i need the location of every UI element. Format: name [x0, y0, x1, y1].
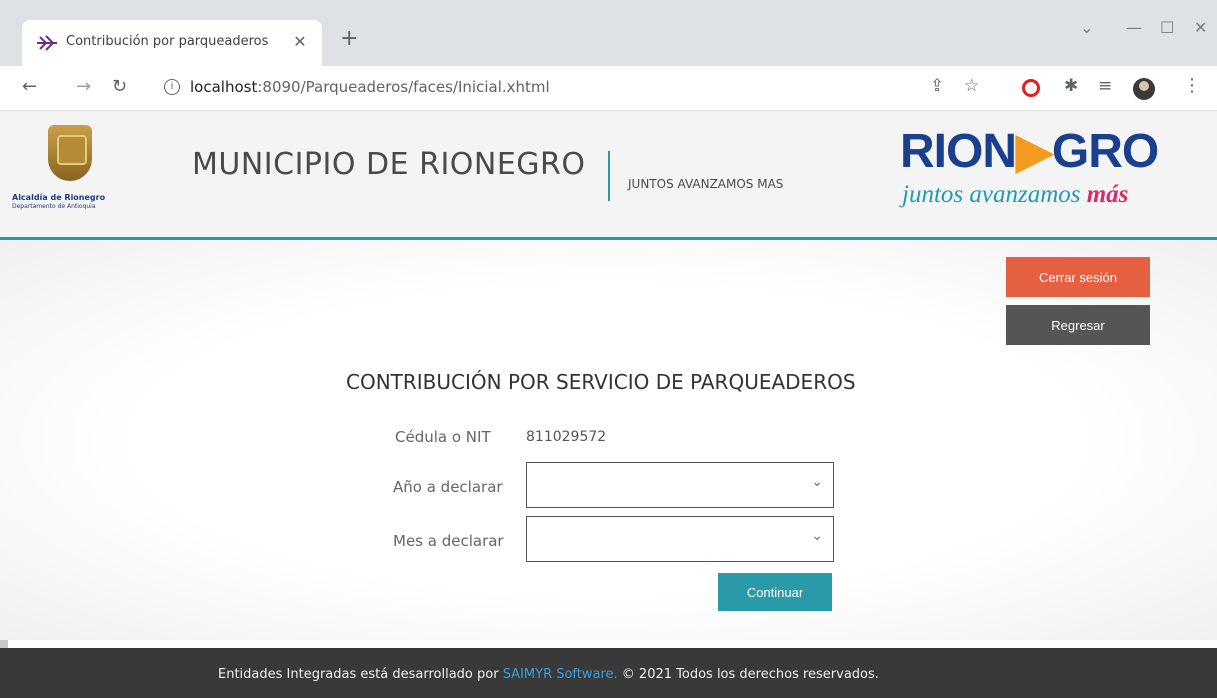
seal-caption: Alcaldía de Rionegro: [12, 193, 106, 202]
seal-subcaption: Departamento de Antioquia: [12, 203, 96, 210]
browser-tabstrip: Contribución por parqueaderos ✕ + ⌄ — ☐ …: [0, 0, 1217, 66]
chevron-down-icon: ⌄: [811, 474, 823, 490]
url-host: localhost: [190, 78, 258, 96]
year-select[interactable]: ⌄: [526, 462, 834, 508]
browser-menu-icon[interactable]: ⋮: [1183, 75, 1201, 96]
main-content: [0, 240, 1217, 640]
logout-button[interactable]: Cerrar sesión: [1006, 257, 1150, 297]
header-tagline: JUNTOS AVANZAMOS MAS: [628, 177, 784, 191]
year-label: Año a declarar: [393, 478, 503, 496]
chevron-down-icon[interactable]: ⌄: [1080, 18, 1093, 37]
month-select[interactable]: ⌄: [526, 516, 834, 562]
municipal-seal-icon: [48, 125, 92, 181]
forward-arrow-icon[interactable]: →: [76, 76, 91, 97]
page-title: MUNICIPIO DE RIONEGRO: [192, 147, 586, 182]
new-tab-button[interactable]: +: [340, 28, 358, 50]
brand-arrow-icon: ▶: [1016, 125, 1053, 178]
header-divider: [608, 151, 610, 201]
tab-title: Contribución por parqueaderos: [66, 34, 269, 49]
tab-close-icon[interactable]: ✕: [290, 32, 310, 51]
footer-text-after: © 2021 Todos los derechos reservados.: [617, 667, 879, 682]
brand-slogan-main: juntos avanzamos: [902, 181, 1087, 208]
site-header: Alcaldía de Rionegro Departamento de Ant…: [0, 111, 1217, 240]
url-path: :8090/Parqueaderos/faces/Inicial.xhtml: [257, 78, 550, 96]
brand-text-2: GRO: [1051, 125, 1159, 178]
id-label: Cédula o NIT: [395, 428, 491, 446]
footer-text-before: Entidades Integradas está desarrollado p…: [218, 667, 503, 682]
continue-button[interactable]: Continuar: [718, 573, 832, 611]
back-arrow-icon[interactable]: ←: [22, 76, 37, 97]
footer: Entidades Integradas está desarrollado p…: [0, 648, 1217, 698]
month-label: Mes a declarar: [393, 532, 504, 550]
url-text[interactable]: localhost:8090/Parqueaderos/faces/Inicia…: [190, 78, 550, 96]
address-bar[interactable]: i localhost:8090/Parqueaderos/faces/Inic…: [150, 72, 910, 104]
saimyr-link[interactable]: SAIMYR Software.: [503, 667, 618, 682]
form-title: CONTRIBUCIÓN POR SERVICIO DE PARQUEADERO…: [346, 370, 856, 394]
site-favicon-icon: [37, 35, 57, 51]
browser-toolbar: ← → ↻ i localhost:8090/Parqueaderos/face…: [0, 66, 1217, 111]
brand-text-1: RION: [900, 125, 1017, 178]
profile-avatar[interactable]: [1133, 78, 1155, 100]
chevron-down-icon: ⌄: [811, 528, 823, 544]
rionegro-brand-logo: RION▶GRO: [900, 123, 1159, 179]
maximize-icon[interactable]: ☐: [1160, 18, 1174, 37]
minimize-icon[interactable]: —: [1126, 18, 1142, 37]
id-value: 811029572: [526, 429, 607, 445]
opera-extension-icon[interactable]: [1022, 79, 1040, 97]
bookmark-star-icon[interactable]: ☆: [964, 76, 979, 96]
brand-slogan-highlight: más: [1086, 181, 1129, 208]
share-icon[interactable]: ⇪: [930, 76, 944, 96]
reading-list-icon[interactable]: ≡: [1098, 76, 1112, 96]
back-button[interactable]: Regresar: [1006, 305, 1150, 345]
reload-icon[interactable]: ↻: [112, 76, 127, 97]
brand-slogan: juntos avanzamos más: [902, 181, 1128, 209]
browser-tab[interactable]: Contribución por parqueaderos ✕: [22, 20, 322, 66]
info-icon[interactable]: i: [164, 79, 180, 95]
footer-text: Entidades Integradas está desarrollado p…: [218, 667, 879, 682]
extensions-puzzle-icon[interactable]: ✱: [1064, 76, 1078, 96]
window-close-icon[interactable]: ✕: [1194, 18, 1207, 37]
